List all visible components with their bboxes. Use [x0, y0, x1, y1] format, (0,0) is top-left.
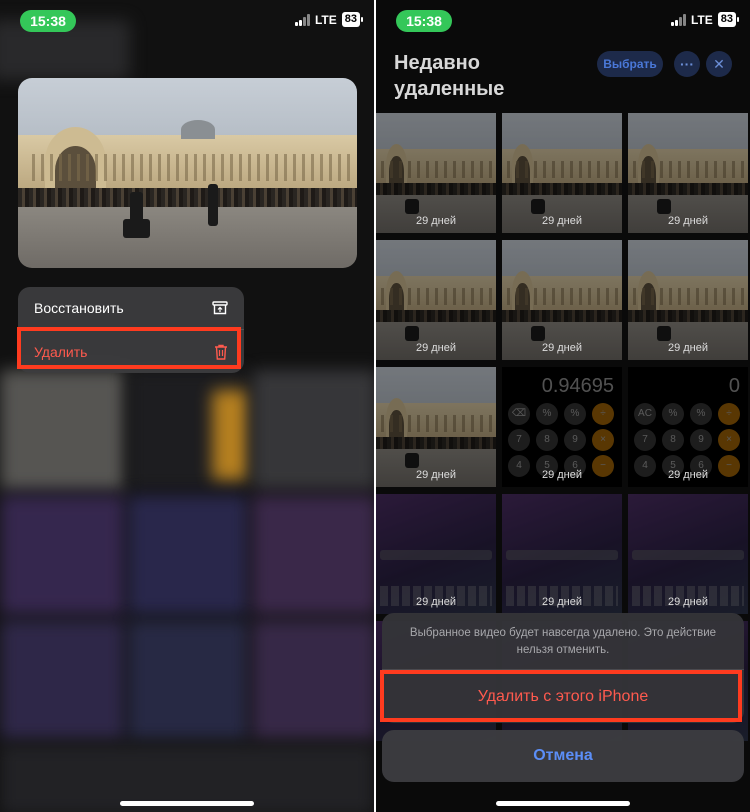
status-time[interactable]: 15:38 [20, 10, 76, 32]
left-screen: 15:38 LTE 83 Восстановить Удалить [0, 0, 374, 812]
deleted-photo-thumb[interactable]: 29 дней [376, 367, 496, 487]
right-screen: 15:38 LTE 83 Недавно удаленные Выбрать ·… [376, 0, 750, 812]
days-remaining: 29 дней [415, 342, 457, 354]
network-type: LTE [314, 12, 337, 27]
deleted-calculator-thumb[interactable]: 0 AC%% ÷ 7 8 9 × 4 5 6− 29 дней [628, 367, 748, 487]
deleted-photo-thumb[interactable]: 29 дней [376, 113, 496, 233]
days-remaining: 29 дней [667, 342, 709, 354]
delete-highlight-box [17, 327, 241, 369]
deleted-photo-thumb[interactable]: 29 дней [376, 240, 496, 360]
status-bar: 15:38 LTE 83 [0, 8, 374, 34]
days-remaining: 29 дней [415, 215, 457, 227]
action-sheet-message: Выбранное видео будет навсегда удалено. … [382, 613, 744, 669]
deleted-calculator-thumb[interactable]: 0.94695 ⌫%% ÷ 7 8 9 × 4 5 6− 29 дней [502, 367, 622, 487]
deleted-video-thumb[interactable]: 29 дней [376, 494, 496, 614]
days-remaining: 29 дней [541, 215, 583, 227]
restore-menu-item[interactable]: Восстановить [18, 287, 244, 330]
delete-button-highlight-box [380, 670, 742, 722]
network-type: LTE [690, 12, 713, 27]
days-remaining: 29 дней [541, 596, 583, 608]
home-indicator[interactable] [496, 801, 630, 806]
deleted-photo-thumb[interactable]: 29 дней [628, 113, 748, 233]
days-remaining: 29 дней [667, 215, 709, 227]
deleted-video-thumb[interactable]: 29 дней [628, 494, 748, 614]
deleted-photo-thumb[interactable]: 29 дней [502, 113, 622, 233]
blurred-thumb [252, 370, 374, 490]
home-indicator[interactable] [120, 801, 254, 806]
select-button[interactable]: Выбрать [597, 51, 663, 77]
signal-icon [670, 13, 686, 26]
deleted-photo-thumb[interactable]: 29 дней [628, 240, 748, 360]
battery-icon: 83 [717, 12, 740, 27]
restore-icon [212, 301, 228, 315]
blurred-thumb [128, 620, 248, 740]
days-remaining: 29 дней [415, 469, 457, 481]
status-bar: 15:38 LTE 83 [376, 8, 750, 34]
days-remaining: 29 дней [667, 469, 709, 481]
photo-preview [18, 78, 357, 268]
blurred-thumb [128, 495, 248, 615]
battery-icon: 83 [341, 12, 364, 27]
page-title-line1: Недавно [394, 52, 480, 74]
blurred-thumb [212, 390, 248, 480]
ellipsis-icon[interactable]: ··· [674, 51, 700, 77]
deleted-video-thumb[interactable]: 29 дней [502, 494, 622, 614]
days-remaining: 29 дней [541, 342, 583, 354]
blurred-thumb [0, 370, 125, 490]
blurred-thumb [0, 620, 125, 740]
days-remaining: 29 дней [415, 596, 457, 608]
cancel-button[interactable]: Отмена [382, 730, 744, 782]
days-remaining: 29 дней [541, 469, 583, 481]
close-icon[interactable]: ✕ [706, 51, 732, 77]
blurred-thumb [252, 620, 374, 740]
restore-label: Восстановить [34, 300, 124, 316]
deleted-photo-thumb[interactable]: 29 дней [502, 240, 622, 360]
page-title-line2: удаленные [394, 78, 505, 100]
signal-icon [294, 13, 310, 26]
page-title: Недавно удаленные [394, 50, 574, 102]
days-remaining: 29 дней [667, 596, 709, 608]
status-time[interactable]: 15:38 [396, 10, 452, 32]
blurred-thumb [252, 495, 374, 615]
blurred-thumb [0, 495, 125, 615]
